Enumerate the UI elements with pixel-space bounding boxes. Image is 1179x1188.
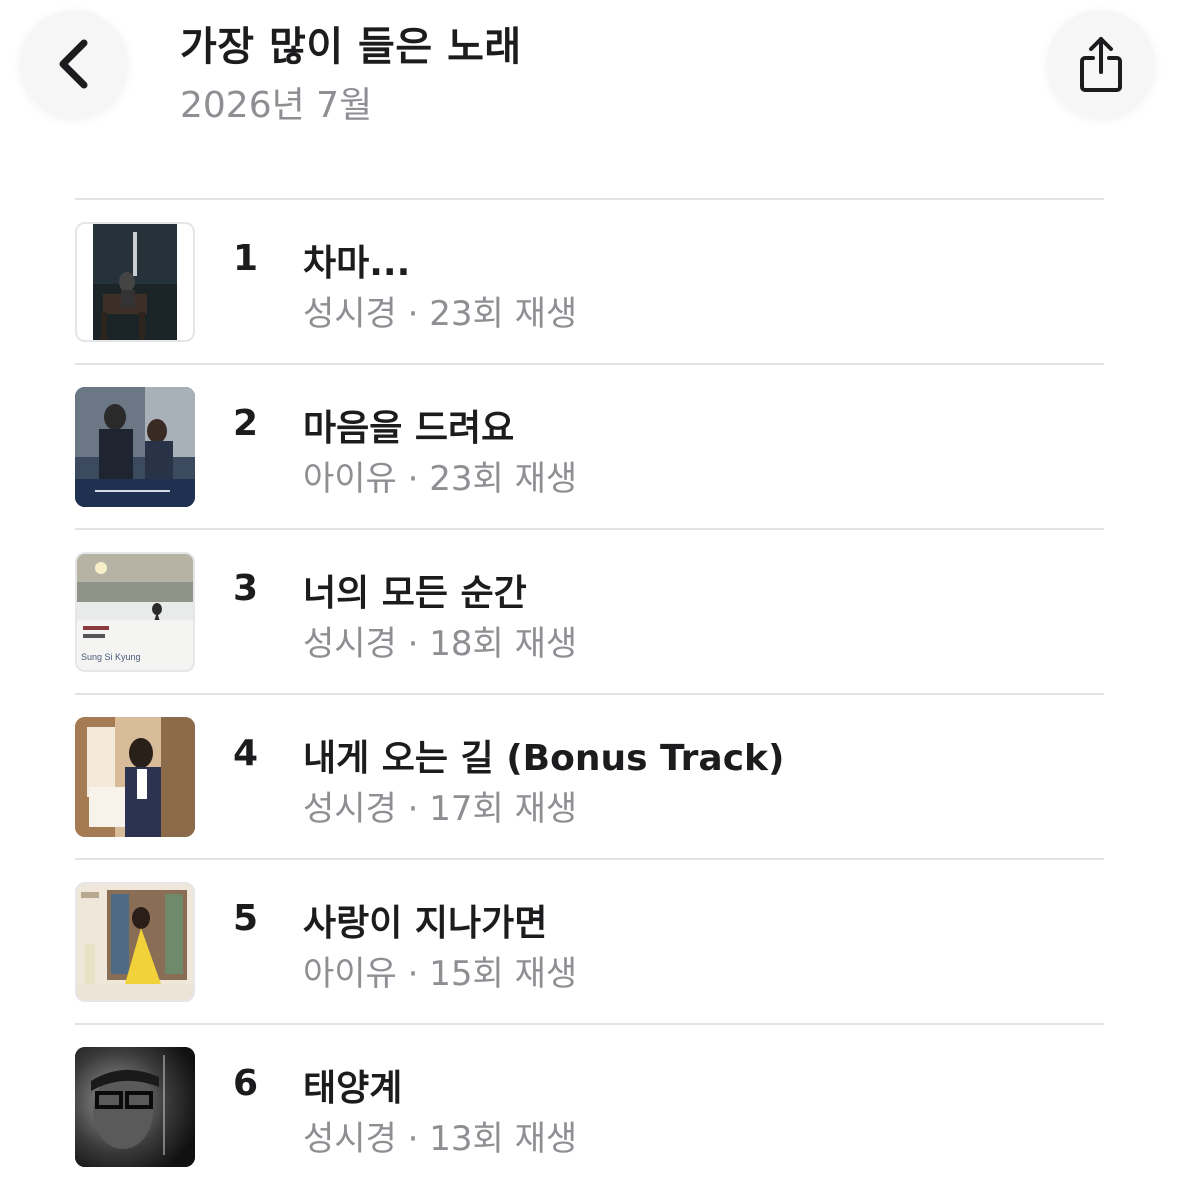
- track-meta: 성시경 · 17회 재생: [303, 781, 577, 830]
- track-artist: 아이유: [303, 954, 397, 994]
- track-plays: 18회 재생: [429, 624, 578, 664]
- track-meta: 성시경 · 18회 재생: [303, 616, 577, 665]
- track-title: 마음을 드려요: [303, 408, 515, 449]
- track-plays: 15회 재생: [429, 954, 578, 994]
- track-meta: 성시경 · 13회 재생: [303, 1111, 577, 1160]
- share-icon: [1080, 37, 1122, 92]
- track-rank: 2: [233, 403, 259, 444]
- track-artist: 성시경: [303, 1119, 397, 1159]
- meta-separator: ·: [396, 789, 430, 829]
- meta-separator: ·: [396, 294, 430, 334]
- track-plays: 23회 재생: [429, 294, 578, 334]
- album-art-1: [75, 222, 195, 342]
- track-plays: 23회 재생: [429, 459, 578, 499]
- track-row-3[interactable]: Sung Si Kyung 3 너의 모든 순간 성시경 · 18회 재생: [75, 530, 1104, 693]
- header: 가장 많이 들은 노래 2026년 7월: [0, 0, 1179, 190]
- album-art-2: [75, 387, 195, 507]
- share-button[interactable]: [1047, 10, 1155, 118]
- track-row-6[interactable]: 6 태양계 성시경 · 13회 재생: [75, 1025, 1104, 1188]
- track-artist: 성시경: [303, 624, 397, 664]
- meta-separator: ·: [396, 1119, 430, 1159]
- album-art-6: [75, 1047, 195, 1167]
- track-rank: 1: [233, 238, 259, 279]
- album-art-logo: Sung Si Kyung: [81, 652, 141, 662]
- track-title: 사랑이 지나가면: [303, 903, 548, 944]
- album-art-3: Sung Si Kyung: [75, 552, 195, 672]
- track-rank: 5: [233, 898, 259, 939]
- track-meta: 아이유 · 15회 재생: [303, 946, 577, 995]
- track-row-5[interactable]: 5 사랑이 지나가면 아이유 · 15회 재생: [75, 860, 1104, 1023]
- track-meta: 성시경 · 23회 재생: [303, 286, 577, 335]
- meta-separator: ·: [396, 459, 430, 499]
- chevron-left-icon: [59, 39, 88, 89]
- track-plays: 17회 재생: [429, 789, 578, 829]
- top-songs-list: 1 차마... 성시경 · 23회 재생 2 마음을 드려요 아이유 · 23회…: [75, 198, 1104, 1188]
- track-title: 태양계: [303, 1068, 403, 1109]
- track-rank: 4: [233, 733, 259, 774]
- meta-separator: ·: [396, 954, 430, 994]
- page-subtitle: 2026년 7월: [180, 85, 373, 126]
- track-title: 내게 오는 길 (Bonus Track): [303, 738, 785, 779]
- track-artist: 아이유: [303, 459, 397, 499]
- meta-separator: ·: [396, 624, 430, 664]
- album-art-5: [75, 882, 195, 1002]
- track-plays: 13회 재생: [429, 1119, 578, 1159]
- track-meta: 아이유 · 23회 재생: [303, 451, 577, 500]
- track-artist: 성시경: [303, 294, 397, 334]
- track-title: 차마...: [303, 243, 411, 284]
- track-title: 너의 모든 순간: [303, 573, 527, 614]
- track-artist: 성시경: [303, 789, 397, 829]
- back-button[interactable]: [20, 10, 128, 118]
- track-row-4[interactable]: 4 내게 오는 길 (Bonus Track) 성시경 · 17회 재생: [75, 695, 1104, 858]
- track-rank: 6: [233, 1063, 259, 1104]
- album-art-4: [75, 717, 195, 837]
- track-row-1[interactable]: 1 차마... 성시경 · 23회 재생: [75, 200, 1104, 363]
- track-row-2[interactable]: 2 마음을 드려요 아이유 · 23회 재생: [75, 365, 1104, 528]
- page-title: 가장 많이 들은 노래: [180, 24, 522, 70]
- track-rank: 3: [233, 568, 259, 609]
